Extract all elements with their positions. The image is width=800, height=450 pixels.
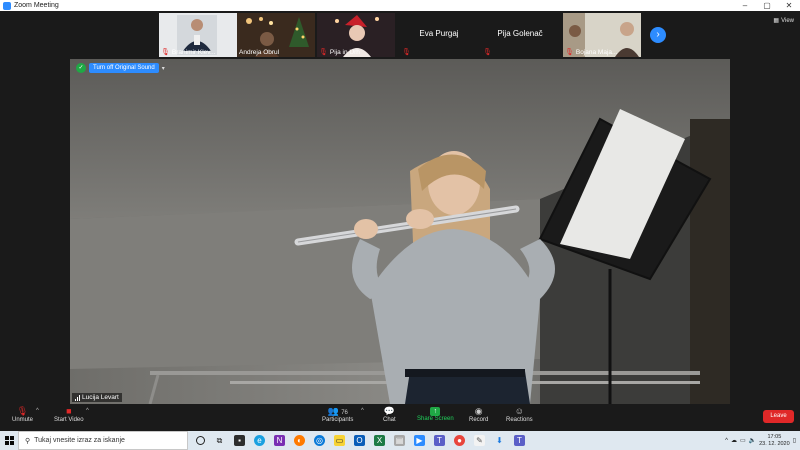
cortana-icon[interactable] [196,436,205,445]
video-off-icon: ■ [66,406,72,416]
unmute-button[interactable]: 🎙 Unmute [12,406,33,423]
chevron-down-icon[interactable]: ▾ [162,65,165,72]
excel-icon[interactable]: X [374,435,385,446]
participant-name: Branimir Klev... [171,48,216,56]
unmute-label: Unmute [12,417,34,423]
record-icon: ◉ [474,406,483,416]
close-button[interactable]: ✕ [778,1,800,10]
reactions-button[interactable]: ☺ Reactions [506,406,533,423]
sticky-notes-icon[interactable]: ▭ [334,435,345,446]
view-button[interactable]: ▦ View [773,17,794,25]
audio-options-caret[interactable]: ^ [36,408,39,414]
taskbar-search[interactable]: ⚲ Tukaj vnesite izraz za iskanje [18,431,188,450]
window-title: Zoom Meeting [14,2,59,9]
muted-mic-icon: 🎙 [319,49,328,56]
start-video-label: Start Video [54,417,84,423]
teams-alt-icon[interactable]: T [514,435,525,446]
record-button[interactable]: ◉ Record [469,406,488,423]
participant-strip: 🎙 Branimir Klev... Andreja Obrul 🎙 Pija … [0,11,800,59]
participant-tile[interactable]: Andreja Obrul [237,13,315,57]
system-tray: ^ ☁ ▭ 🔈 17:05 23. 12. 2020 ▯ [725,434,800,448]
muted-mic-icon: 🎙 [161,49,170,56]
participant-name: Pija Golenač [497,29,543,38]
store-icon[interactable]: ▪ [234,435,245,446]
participants-icon: 👥 76 [327,406,348,416]
clock-date: 23. 12. 2020 [759,440,790,447]
start-button[interactable] [0,431,18,450]
muted-mic-icon: 🎙 [565,49,574,56]
speaker-name-tag: Lucija Levart [72,393,122,402]
participants-label: Participants [322,417,354,423]
original-sound-button[interactable]: Turn off Original Sound [89,63,159,73]
participants-caret[interactable]: ^ [361,408,364,414]
outlook-icon[interactable]: O [354,435,365,446]
notifications-icon[interactable]: ▯ [793,437,796,444]
participant-name: Bojana Maja... [575,48,618,56]
speaker-video-scene [70,59,730,404]
title-bar: Zoom Meeting – ▢ ✕ [0,0,800,11]
leave-button[interactable]: Leave [763,410,794,423]
participant-tile[interactable]: Pija Golenač 🎙 [481,13,559,57]
network-icon[interactable]: ▭ [740,437,746,444]
edge-icon[interactable]: e [254,435,265,446]
paint-icon[interactable]: ✎ [474,435,485,446]
muted-mic-icon: 🎙 [483,49,492,56]
os-taskbar: ⚲ Tukaj vnesite izraz za iskanje ⧉ ▪ e N… [0,431,800,450]
minimize-button[interactable]: – [734,1,756,10]
windows-logo-icon [4,436,14,445]
main-video: ✓ Turn off Original Sound ▾ Lucija Levar… [70,59,730,404]
original-sound-control: ✓ Turn off Original Sound ▾ [76,63,165,73]
speaker-name: Lucija Levart [82,394,119,401]
onenote-icon[interactable]: N [274,435,285,446]
view-label: View [781,17,794,24]
teams-icon[interactable]: T [434,435,445,446]
task-view-icon[interactable]: ⧉ [214,435,225,446]
folder-icon[interactable]: ▤ [394,435,405,446]
tray-chevron-icon[interactable]: ^ [725,438,728,444]
record-label: Record [469,417,489,423]
chat-label: Chat [383,417,396,423]
pinned-apps: ⧉ ▪ e N ◐ ◎ ▭ O X ▤ ▶ T ● ✎ ⬇ T [196,435,525,446]
next-page-button[interactable]: › [650,27,666,43]
reactions-icon: ☺ [514,406,524,416]
download-icon[interactable]: ⬇ [494,435,505,446]
share-screen-label: Share Screen [417,416,454,422]
search-placeholder: Tukaj vnesite izraz za iskanje [34,437,125,444]
muted-mic-icon: 🎙 [16,406,29,416]
zoom-icon[interactable]: ▶ [414,435,425,446]
volume-icon[interactable]: 🔈 [749,437,756,444]
participants-count: 76 [341,410,348,416]
signal-icon [75,394,80,401]
cloud-icon[interactable]: ☁ [731,437,737,444]
zoom-logo-icon [3,1,11,10]
muted-mic-icon: 🎙 [402,49,411,56]
shield-icon: ✓ [76,63,86,73]
firefox-icon[interactable]: ◐ [294,435,305,446]
chat-button[interactable]: 💬 Chat [383,406,396,423]
share-screen-button[interactable]: ↑ Share Screen [417,406,454,422]
participant-name: Andreja Obrul [239,49,280,56]
chat-icon: 💬 [383,406,395,416]
search-icon: ⚲ [25,437,31,445]
clock[interactable]: 17:05 23. 12. 2020 [759,434,790,448]
window-controls: – ▢ ✕ [734,1,800,10]
reactions-label: Reactions [506,417,533,423]
participant-tile[interactable]: 🎙 Branimir Klev... [159,13,237,57]
participants-button[interactable]: 👥 76 Participants [322,406,353,423]
maximize-button[interactable]: ▢ [756,1,778,10]
participant-tile[interactable]: 🎙 Bojana Maja... [563,13,641,57]
share-screen-icon: ↑ [430,407,441,416]
clock-time: 17:05 [767,433,782,440]
participant-name: Pija in Urh [329,48,360,56]
participant-name: Eva Purgaj [419,29,459,38]
participant-tile[interactable]: Eva Purgaj 🎙 [400,13,478,57]
grid-icon: ▦ [773,18,780,24]
participant-tile[interactable]: 🎙 Pija in Urh [317,13,395,57]
video-options-caret[interactable]: ^ [86,408,89,414]
edge-new-icon[interactable]: ◎ [314,435,325,446]
meeting-toolbar: 🎙 Unmute ^ ■ Start Video ^ 👥 76 Particip… [0,404,800,431]
chrome-icon[interactable]: ● [454,435,465,446]
start-video-button[interactable]: ■ Start Video [54,406,84,423]
